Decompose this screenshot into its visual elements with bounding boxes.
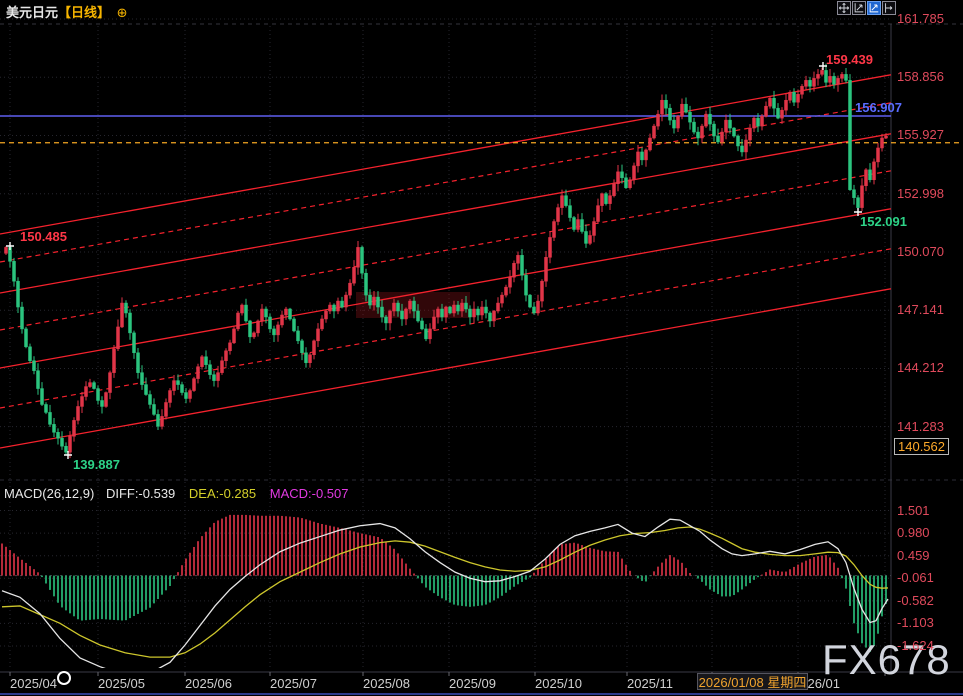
chart-canvas[interactable] [0, 0, 963, 696]
macd-axis-label: -0.582 [897, 593, 934, 608]
price-axis-label: 141.283 [897, 419, 944, 434]
candlestick-series [5, 64, 888, 459]
time-axis-label: 2025/09 [449, 676, 496, 691]
time-axis-label: 2025/06 [185, 676, 232, 691]
titlebar: 美元日元【日线】 ⊕ [6, 2, 128, 21]
time-axis-handle[interactable] [57, 671, 71, 685]
blue-level-label: 156.907 [855, 100, 902, 115]
timeframe-label: 【日线】 [58, 5, 110, 20]
low-label: 139.887 [73, 457, 120, 472]
left-high-label: 150.485 [20, 229, 67, 244]
price-axis-label: 152.998 [897, 186, 944, 201]
price-axis-label: 155.927 [897, 127, 944, 142]
crash-low-label: 152.091 [860, 214, 907, 229]
shift-right-icon[interactable] [882, 1, 896, 15]
add-indicator-icon[interactable]: ⊕ [117, 5, 128, 20]
macd-dea-value: DEA:-0.285 [189, 486, 256, 501]
channel-trendlines [0, 75, 891, 448]
dea-line [2, 527, 888, 657]
time-axis-label: 2025/10 [535, 676, 582, 691]
crosshair-date-box: 2026/01/08 星期四 [697, 673, 808, 690]
macd-axis-label: 1.501 [897, 503, 930, 518]
time-axis-label: 2025/08 [363, 676, 410, 691]
swing-markers [6, 62, 862, 459]
macd-value: MACD:-0.507 [270, 486, 349, 501]
swing-high-label: 159.439 [826, 52, 873, 67]
time-axis-label: 2025/04 [10, 676, 57, 691]
price-axis-label: 144.212 [897, 360, 944, 375]
price-axis-label: 158.856 [897, 69, 944, 84]
macd-histogram [2, 515, 886, 652]
diff-line [2, 519, 888, 675]
time-axis-label: 2025/05 [98, 676, 145, 691]
symbol-name: 美元日元 [6, 5, 58, 20]
price-axis-label: 150.070 [897, 244, 944, 259]
macd-params: MACD(26,12,9) [4, 486, 94, 501]
macd-axis-label: -1.103 [897, 615, 934, 630]
trading-chart-window: 美元日元【日线】 ⊕ 159.439 150.485 139.887 152.0… [0, 0, 963, 696]
pan-crosshair-icon[interactable] [837, 1, 851, 15]
macd-header: MACD(26,12,9) DIFF:-0.539 DEA:-0.285 MAC… [4, 486, 349, 501]
boxed-price-label: 140.562 [894, 438, 949, 455]
macd-axis-label: -0.061 [897, 570, 934, 585]
price-axis-label: 161.785 [897, 11, 944, 26]
macd-axis-label: 0.980 [897, 525, 930, 540]
macd-axis-label: -1.624 [897, 638, 934, 653]
time-axis-label: 2025/11 [627, 676, 673, 691]
time-axis-label: 2025/07 [270, 676, 317, 691]
macd-axis-label: 0.459 [897, 548, 930, 563]
axis-auto-scale-icon[interactable] [867, 1, 881, 15]
axis-scale-icon[interactable] [852, 1, 866, 15]
chart-toolbar [837, 1, 896, 15]
price-axis-label: 147.141 [897, 302, 944, 317]
macd-diff-value: DIFF:-0.539 [106, 486, 175, 501]
